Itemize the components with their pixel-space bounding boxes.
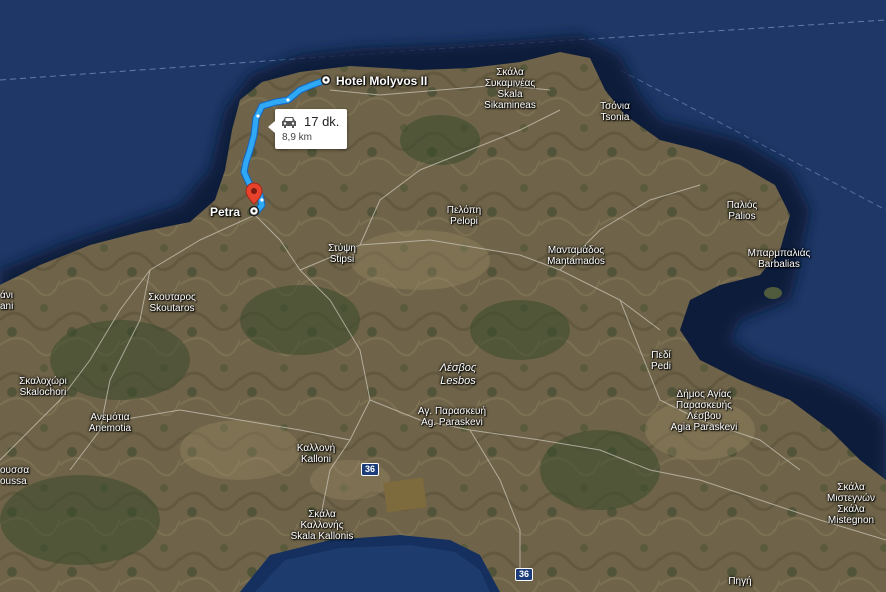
info-card-pointer [268,121,275,133]
origin-marker-icon[interactable] [320,74,332,86]
label-pedi: Πεδί Pedi [650,350,672,372]
road-shield-36: 36 [515,568,534,581]
label-barbalias: Μπαρμπαλιάς Barbalias [747,248,811,270]
label-skala-mistegnon: Σκάλα Μιστεγνών Σκάλα Mistegnon [827,482,875,526]
road-shield-36: 36 [361,463,380,476]
route-info-card[interactable]: 17 dk. 8,9 km [268,109,347,149]
route-duration: 17 dk. [304,114,340,129]
label-pelopi: Πελόπη Pelopi [446,205,482,227]
origin-label[interactable]: Hotel Molyvos II [336,74,427,88]
label-skala-sykamineas: Σκάλα Συκαμινέας Skala Sikamineas [484,67,536,111]
destination-pin-icon[interactable] [245,182,263,218]
label-skalochori: Σκαλοχώρι Skalochori [19,376,67,398]
label-stipsi: Στύψη Stipsi [328,243,356,265]
label-left-edge-2: ουσσα oussa [0,465,30,487]
label-tsonia: Τσόνια Tsonia [600,101,630,123]
label-skoutaros: Σκουταρος Skoutaros [148,292,196,314]
map-view[interactable]: Hotel Molyvos II Petra 17 dk. 8,9 km Σκά… [0,0,886,592]
satellite-map [0,0,886,592]
label-palios: Παλιός Palios [726,200,758,222]
label-dimos-agias-paraskevis: Δήμος Αγίας Παρασκευής Λέσβου Agia Paras… [670,389,738,433]
label-ag-paraskevi: Αγ. Παρασκευή Ag. Paraskevi [417,406,487,428]
label-anemotia: Ανεμότια Anemotia [88,412,132,434]
label-lesbos: Λέσβος Lesbos [439,362,477,387]
destination-label[interactable]: Petra [210,205,240,219]
car-icon [282,117,296,128]
label-left-edge-1: άνι ani [0,290,14,312]
label-pigi: Πηγή [728,576,752,587]
label-skala-kallonis: Σκάλα Καλλονής Skala Kallonis [290,509,354,542]
route-distance: 8,9 km [282,132,313,143]
label-mantamados: Μανταμάδος Mantamados [547,245,605,267]
label-kalloni: Καλλονή Kalloni [296,443,336,465]
